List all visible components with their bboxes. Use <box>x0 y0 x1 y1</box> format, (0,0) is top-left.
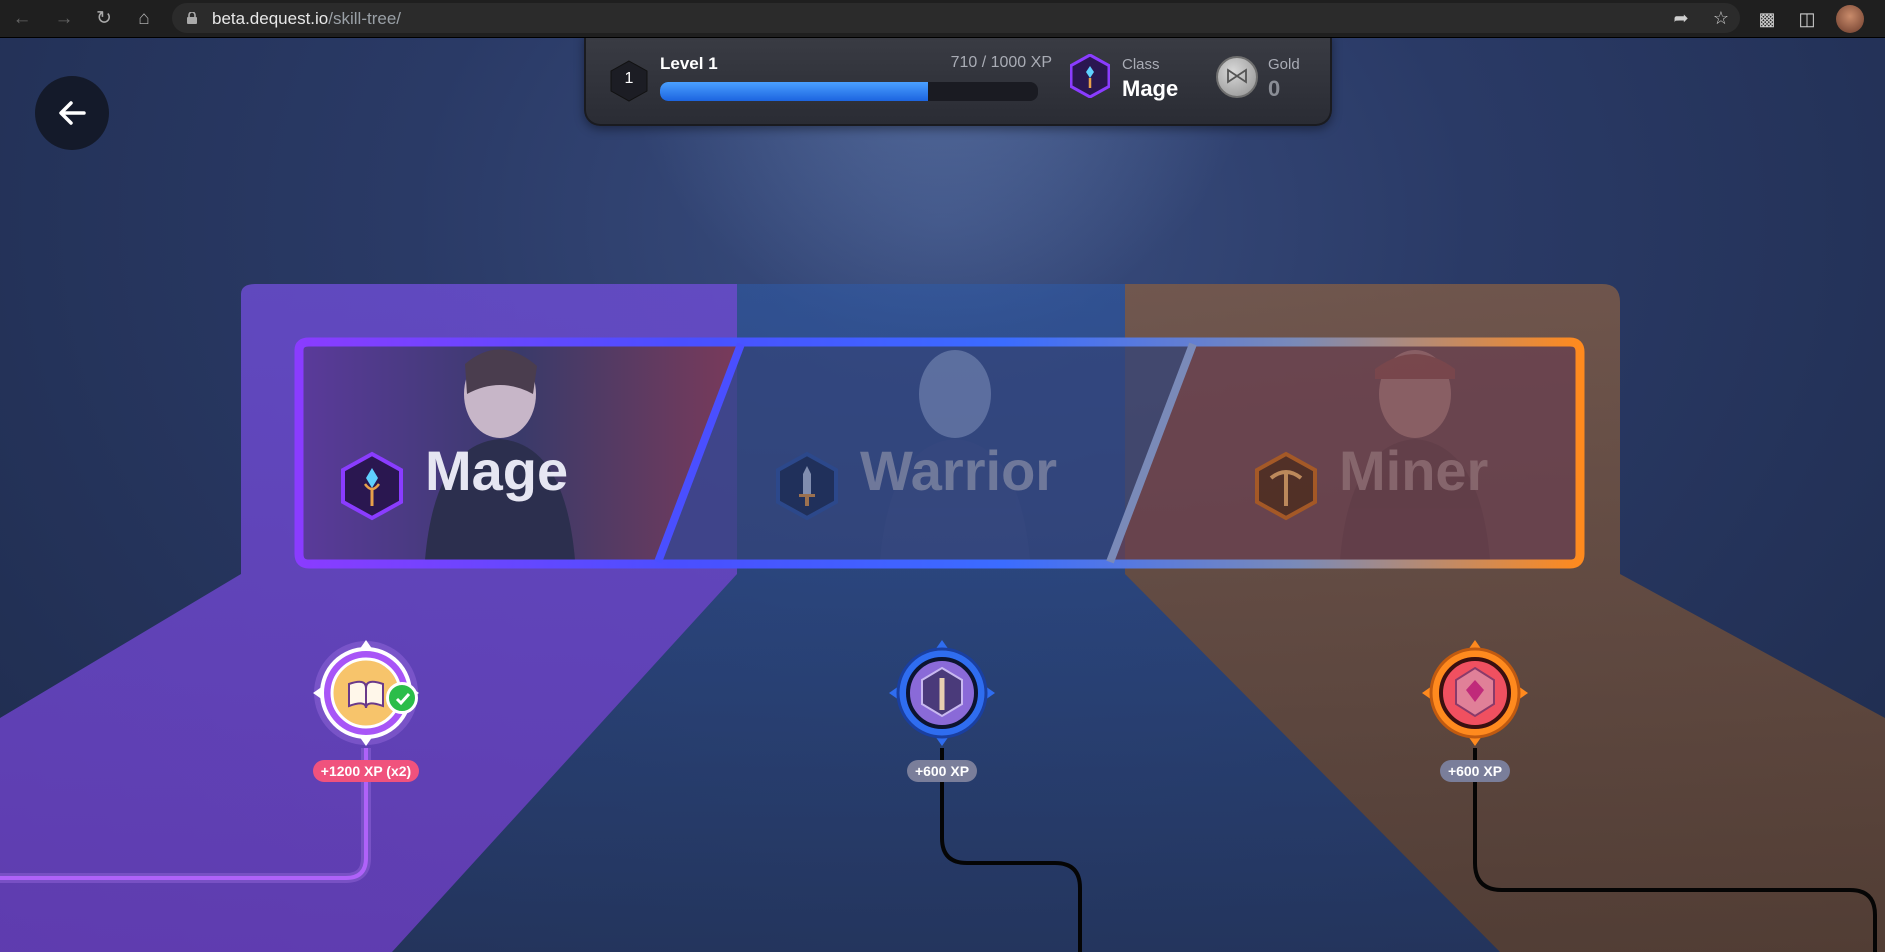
shield-sword-icon <box>889 640 995 746</box>
xp-progress-bar <box>660 82 1038 101</box>
chevron-right-icon[interactable]: → <box>52 7 76 31</box>
reload-icon[interactable]: ↻ <box>92 7 116 31</box>
url-path: /skill-tree/ <box>328 9 401 28</box>
address-bar[interactable]: beta.dequest.io/skill-tree/ ➦ ☆ <box>172 3 1740 33</box>
xp-progress-fill <box>660 82 929 101</box>
class-name-miner: Miner <box>1339 439 1489 502</box>
player-status-hud: 1 Level 1 710 / 1000 XP Class Mage Gold … <box>584 38 1332 126</box>
sidebar-icon[interactable]: ◫ <box>1794 6 1820 32</box>
browser-toolbar: ← → ↻ ⌂ beta.dequest.io/skill-tree/ ➦ ☆ … <box>0 0 1885 38</box>
arrow-left-icon <box>59 101 86 125</box>
xp-reward-badge: +600 XP <box>907 760 977 782</box>
pickaxe-icon <box>1255 451 1317 521</box>
xp-text: 710 / 1000 XP <box>950 54 1052 71</box>
xp-reward-badge: +600 XP <box>1440 760 1510 782</box>
level-label: Level 1 <box>660 54 718 73</box>
gold-value: 0 <box>1268 76 1281 101</box>
gold-label: Gold <box>1268 56 1300 73</box>
skill-node-warrior[interactable] <box>887 638 997 748</box>
star-icon[interactable]: ☆ <box>1708 5 1734 31</box>
url-text: beta.dequest.io/skill-tree/ <box>212 9 401 29</box>
class-value: Mage <box>1122 76 1179 101</box>
crystal-staff-icon <box>1070 54 1110 98</box>
share-icon[interactable]: ➦ <box>1668 5 1694 31</box>
puzzle-icon[interactable]: ▩ <box>1754 6 1780 32</box>
class-label: Class <box>1122 56 1160 73</box>
class-name-mage: Mage <box>425 439 569 502</box>
back-button[interactable] <box>35 76 109 150</box>
gold-coin-icon <box>1216 56 1258 98</box>
crystal-staff-icon <box>341 451 403 521</box>
sword-icon <box>776 451 838 521</box>
home-icon[interactable]: ⌂ <box>132 7 156 31</box>
gem-icon <box>1422 640 1528 746</box>
completed-check-icon <box>386 682 418 714</box>
lock-icon <box>187 12 197 24</box>
chevron-left-icon[interactable]: ← <box>10 7 34 31</box>
level-number: 1 <box>624 70 634 87</box>
class-name-warrior: Warrior <box>860 439 1058 502</box>
skill-node-miner[interactable] <box>1420 638 1530 748</box>
avatar[interactable] <box>1836 5 1864 33</box>
skill-tree-page: 1 Level 1 710 / 1000 XP Class Mage Gold … <box>0 38 1885 952</box>
url-host: beta.dequest.io <box>212 9 329 28</box>
xp-reward-badge: +1200 XP (x2) <box>313 760 419 782</box>
